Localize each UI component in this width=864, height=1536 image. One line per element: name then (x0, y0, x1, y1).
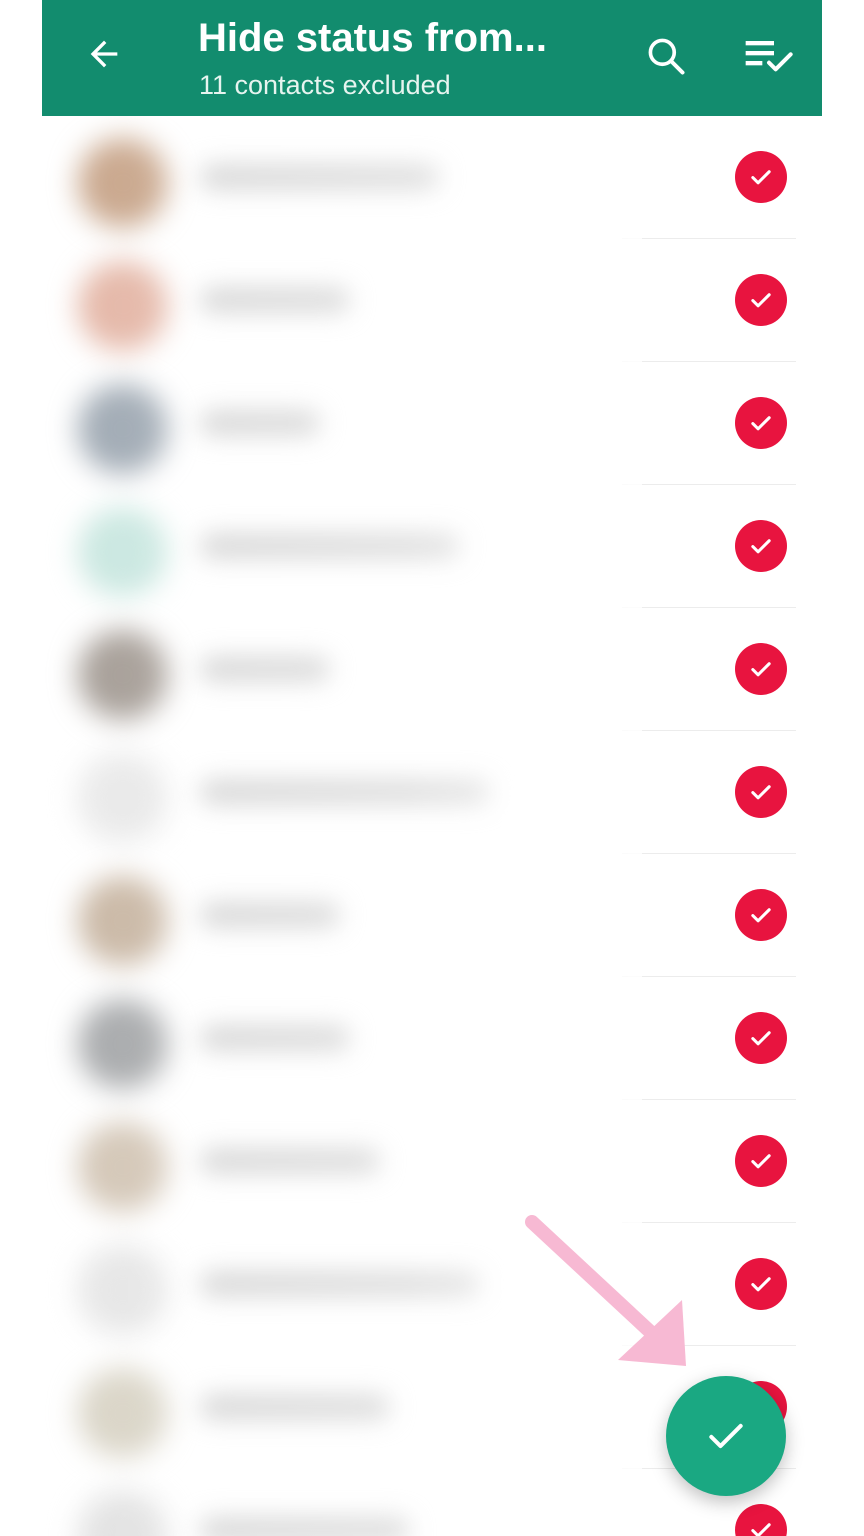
selected-check-icon[interactable] (735, 1012, 787, 1064)
contact-row[interactable] (42, 239, 822, 362)
contact-row[interactable] (42, 116, 822, 239)
contact-row[interactable] (42, 977, 822, 1100)
contact-name-blurred (200, 1148, 380, 1174)
select-all-checklist-icon (745, 41, 793, 72)
confirm-fab-button[interactable] (666, 1376, 786, 1496)
avatar (78, 1122, 168, 1212)
contact-row[interactable] (42, 1100, 822, 1223)
hide-status-screen: Hide status from... 11 contacts excluded (42, 0, 822, 1536)
avatar (78, 630, 168, 720)
page-title: Hide status from... (198, 16, 547, 60)
pink-arrow-pointer-icon (525, 1215, 686, 1366)
contact-row[interactable] (42, 608, 822, 731)
contact-row[interactable] (42, 1223, 822, 1346)
selected-check-icon[interactable] (735, 151, 787, 203)
avatar (78, 1245, 168, 1335)
contact-name-blurred (200, 902, 340, 928)
contact-name-blurred (200, 1517, 410, 1536)
avatar (78, 507, 168, 597)
contact-name-blurred (200, 1271, 480, 1297)
contact-name-blurred (200, 779, 490, 805)
excluded-count: 11 contacts excluded (199, 70, 451, 100)
selected-check-icon[interactable] (735, 397, 787, 449)
selected-check-icon[interactable] (735, 643, 787, 695)
contact-name-blurred (200, 1025, 350, 1051)
contact-row[interactable] (42, 362, 822, 485)
contact-name-blurred (200, 1394, 390, 1420)
arrow-left-icon (90, 40, 118, 68)
selected-check-icon[interactable] (735, 1504, 787, 1536)
contact-name-blurred (200, 410, 320, 436)
selected-check-icon[interactable] (735, 889, 787, 941)
avatar (78, 753, 168, 843)
contact-row[interactable] (42, 854, 822, 977)
contact-row[interactable] (42, 485, 822, 608)
avatar (78, 999, 168, 1089)
contact-name-blurred (200, 656, 330, 682)
contact-name-blurred (200, 164, 440, 190)
contact-name-blurred (200, 287, 350, 313)
avatar (78, 876, 168, 966)
avatar (78, 261, 168, 351)
selected-check-icon[interactable] (735, 274, 787, 326)
selected-check-icon[interactable] (735, 520, 787, 572)
avatar (78, 1491, 168, 1536)
checkmark-icon (709, 1423, 743, 1449)
selected-check-icon[interactable] (735, 1258, 787, 1310)
search-icon (648, 38, 685, 75)
selected-check-icon[interactable] (735, 1135, 787, 1187)
app-bar: Hide status from... 11 contacts excluded (42, 0, 822, 116)
avatar (78, 1368, 168, 1458)
avatar (78, 384, 168, 474)
contact-list (42, 116, 822, 1536)
avatar (78, 138, 168, 228)
contact-row[interactable] (42, 731, 822, 854)
contact-name-blurred (200, 533, 460, 559)
select-all-button[interactable] (742, 30, 796, 82)
search-button[interactable] (640, 30, 692, 82)
back-button[interactable] (78, 28, 130, 80)
selected-check-icon[interactable] (735, 766, 787, 818)
